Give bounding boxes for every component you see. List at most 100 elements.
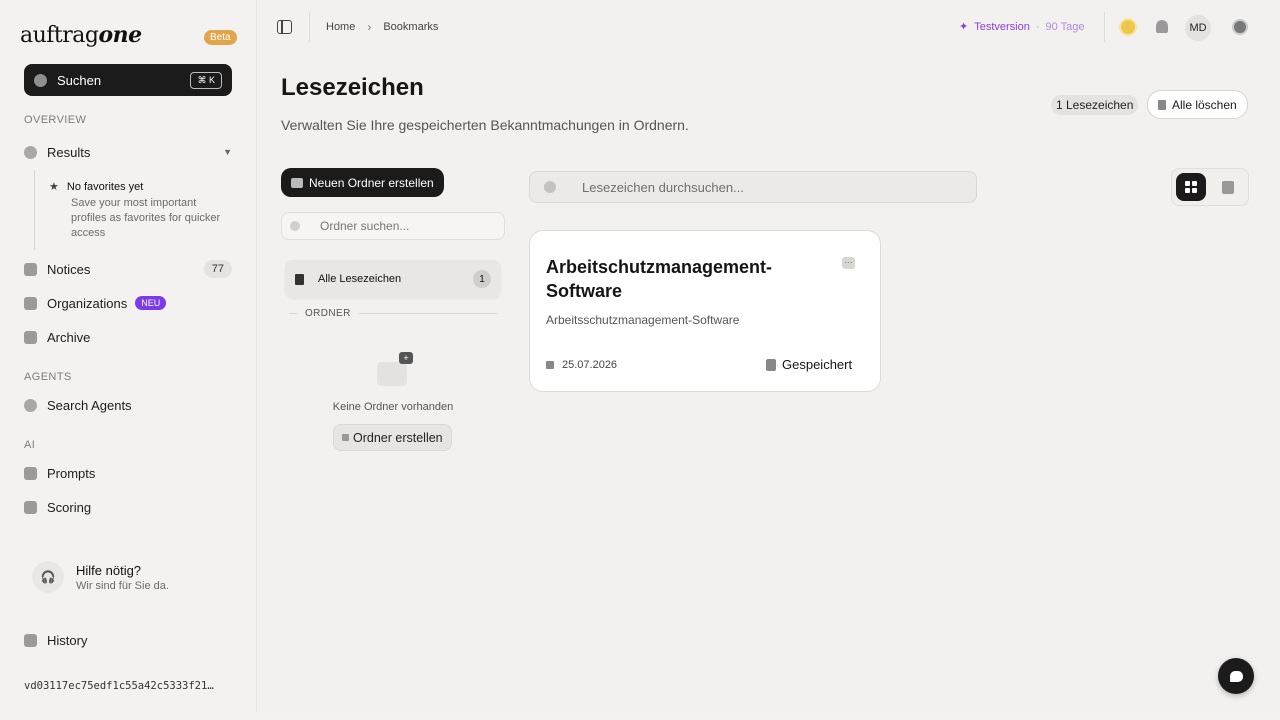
divider xyxy=(1104,12,1105,42)
bookmark-title: Arbeitschutzmanagement-Software xyxy=(546,257,773,301)
breadcrumb-home[interactable]: Home xyxy=(326,21,355,33)
avatar[interactable]: MD xyxy=(1185,15,1211,41)
new-badge: NEU xyxy=(135,296,167,310)
gear-icon[interactable] xyxy=(1234,21,1246,33)
section-overview: OVERVIEW xyxy=(24,114,87,126)
bookmark-card[interactable]: Arbeitschutzmanagement-Software ··· Arbe… xyxy=(529,230,881,392)
empty-folder-icon: + xyxy=(377,352,413,386)
folder-count-badge: 1 xyxy=(473,270,491,288)
divider xyxy=(309,12,310,42)
sidebar-item-label: Search Agents xyxy=(47,397,132,413)
folder-search-input[interactable]: Ordner suchen... xyxy=(281,212,505,240)
history-icon xyxy=(24,633,37,647)
main-panel: Home › Bookmarks ✦ Testversion · 90 Tage… xyxy=(256,0,1280,712)
folder-shape xyxy=(377,362,407,386)
trial-days: 90 Tage xyxy=(1045,20,1085,33)
star-icon: ★ xyxy=(49,181,59,193)
clear-all-button[interactable]: Alle löschen xyxy=(1147,90,1248,119)
divider-line xyxy=(289,313,297,314)
sidebar-item-label: Scoring xyxy=(47,499,92,515)
results-icon xyxy=(24,145,37,159)
bookmark-date-text: 25.07.2026 xyxy=(562,359,618,371)
search-label: Suchen xyxy=(57,72,102,88)
sidebar-item-history[interactable]: History xyxy=(24,626,232,654)
sidebar-item-search-agents[interactable]: Search Agents xyxy=(24,391,232,419)
help-subtitle: Wir sind für Sie da. xyxy=(76,579,169,592)
folder-plus-icon xyxy=(291,177,303,188)
sidebar-item-results[interactable]: Results ▼ xyxy=(24,138,232,166)
sidebar-item-prompts[interactable]: Prompts xyxy=(24,459,232,487)
favorites-empty: ★ No favorites yet Save your most import… xyxy=(34,170,234,250)
chip-icon xyxy=(24,466,37,480)
help-widget[interactable]: 🎧 Hilfe nötig? Wir sind für Sie da. xyxy=(24,552,232,602)
sidebar: auftragone Beta Suchen ⌘ K OVERVIEW Resu… xyxy=(0,0,256,720)
create-folder-label: Ordner erstellen xyxy=(353,430,443,445)
grid-view-icon[interactable] xyxy=(1176,173,1206,201)
bookmark-saved-button[interactable]: Gespeichert xyxy=(766,357,852,372)
agent-icon xyxy=(24,398,37,412)
folder-item-label: Alle Lesezeichen xyxy=(318,273,402,285)
chat-button[interactable] xyxy=(1218,658,1254,694)
folder-item-all-bookmarks[interactable]: Alle Lesezeichen 1 xyxy=(285,260,501,298)
chevron-right-icon: › xyxy=(367,20,372,34)
sidebar-item-organizations[interactable]: Organizations NEU xyxy=(24,289,232,317)
scoring-icon xyxy=(24,500,37,514)
help-title: Hilfe nötig? xyxy=(76,562,142,578)
chevron-down-icon[interactable]: ▼ xyxy=(223,147,232,157)
plus-icon: + xyxy=(399,352,413,364)
bookmark-description: Arbeitsschutzmanagement-Software xyxy=(546,313,740,327)
version-hash: vd03117ec75edf1c55a42c5333f21… xyxy=(24,680,214,692)
new-folder-button[interactable]: Neuen Ordner erstellen xyxy=(281,168,444,197)
brand-name-light: auftrag xyxy=(20,23,99,48)
sidebar-item-notices[interactable]: Notices 77 xyxy=(24,255,232,283)
folders-section-divider: ORDNER xyxy=(285,308,501,319)
clear-all-label: Alle löschen xyxy=(1172,97,1237,112)
breadcrumb-current: Bookmarks xyxy=(383,21,439,33)
beta-badge: Beta xyxy=(204,30,237,45)
sidebar-toggle-icon[interactable] xyxy=(277,20,292,34)
folders-section-label: ORDNER xyxy=(305,308,351,319)
bookmark-count-badge: 1 Lesezeichen xyxy=(1051,95,1139,115)
sidebar-item-scoring[interactable]: Scoring xyxy=(24,493,232,521)
search-icon xyxy=(544,181,556,193)
bell-icon[interactable] xyxy=(1156,20,1168,33)
folder-search-placeholder: Ordner suchen... xyxy=(320,219,410,233)
trash-icon xyxy=(1158,99,1166,110)
create-folder-button[interactable]: Ordner erstellen xyxy=(333,424,452,451)
favorites-title: No favorites yet xyxy=(66,180,144,193)
plus-square-icon xyxy=(342,434,349,441)
headset-icon: 🎧 xyxy=(32,561,64,593)
file-icon xyxy=(24,262,37,276)
building-icon xyxy=(24,296,37,310)
search-icon xyxy=(290,221,300,231)
sidebar-item-label: Organizations xyxy=(47,295,128,311)
sidebar-item-label: Prompts xyxy=(47,465,96,481)
more-icon[interactable]: ··· xyxy=(842,257,855,269)
notices-count-badge: 77 xyxy=(203,260,232,278)
separator-dot: · xyxy=(1035,20,1040,33)
bookmark-date: 25.07.2026 xyxy=(546,359,617,371)
bookmark-icon xyxy=(24,330,37,344)
chat-icon xyxy=(1229,670,1243,682)
brand-name-bold: one xyxy=(98,22,142,48)
sun-icon[interactable] xyxy=(1121,20,1135,34)
search-shortcut: ⌘ K xyxy=(190,71,222,89)
bookmark-search-placeholder: Lesezeichen durchsuchen... xyxy=(582,179,744,195)
section-agents: AGENTS xyxy=(24,371,72,383)
sidebar-item-label: Archive xyxy=(47,329,91,345)
divider-line xyxy=(358,313,497,314)
sidebar-item-label: Results xyxy=(47,144,91,160)
sidebar-item-label: Notices xyxy=(47,261,91,277)
bookmark-icon xyxy=(295,273,304,285)
view-toggle xyxy=(1171,168,1249,206)
trial-indicator[interactable]: ✦ Testversion · 90 Tage xyxy=(959,20,1085,34)
page-title: Lesezeichen xyxy=(281,74,424,101)
search-button[interactable]: Suchen ⌘ K xyxy=(24,64,232,96)
help-text: Hilfe nötig? Wir sind für Sie da. xyxy=(76,563,169,592)
bookmark-search-input[interactable]: Lesezeichen durchsuchen... xyxy=(529,171,977,203)
list-view-icon[interactable] xyxy=(1222,181,1234,194)
calendar-icon xyxy=(546,361,554,369)
sidebar-item-archive[interactable]: Archive xyxy=(24,323,232,351)
page-subtitle: Verwalten Sie Ihre gespeicherten Bekannt… xyxy=(281,117,689,133)
brand-logo[interactable]: auftragone xyxy=(20,22,142,48)
